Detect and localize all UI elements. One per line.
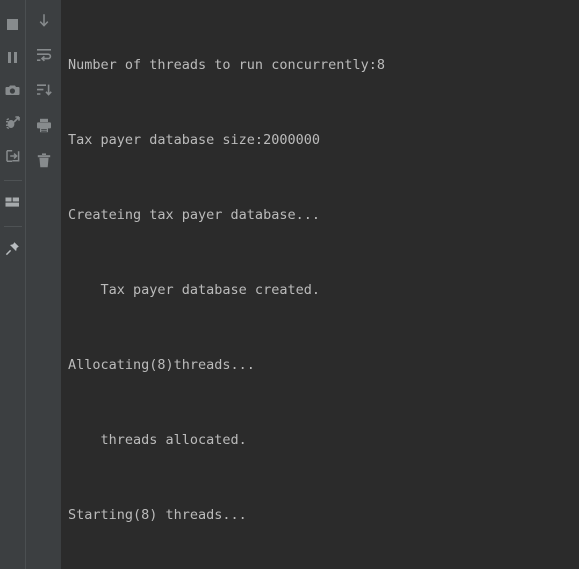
stop-icon <box>6 18 19 31</box>
camera-icon <box>5 84 20 97</box>
bug-arrow-icon <box>5 116 20 130</box>
pause-icon <box>6 51 19 64</box>
printer-icon <box>36 118 52 133</box>
screenshot-button[interactable] <box>1 78 25 102</box>
console-line: Tax payer database created. <box>68 282 320 298</box>
pin-button[interactable] <box>1 236 25 260</box>
run-toolbar-primary <box>0 0 26 569</box>
layout-icon <box>5 196 20 209</box>
console-line: Tax payer database size:2000000 <box>68 132 320 148</box>
login-arrow-icon <box>5 149 20 163</box>
scroll-to-end-button[interactable] <box>32 8 56 32</box>
run-toolbar-secondary <box>26 0 61 569</box>
run-console-window: Number of threads to run concurrently:8 … <box>0 0 579 569</box>
console-output-panel[interactable]: Number of threads to run concurrently:8 … <box>61 0 579 569</box>
console-text: Number of threads to run concurrently:8 … <box>68 3 579 569</box>
arrow-down-icon <box>37 13 51 28</box>
import-button[interactable] <box>1 144 25 168</box>
toolbar-divider-2 <box>3 226 22 227</box>
console-line: Starting(8) threads... <box>68 507 247 523</box>
console-line: Allocating(8)threads... <box>68 357 255 373</box>
layout-button[interactable] <box>1 190 25 214</box>
console-line: Createing tax payer database... <box>68 207 320 223</box>
print-button[interactable] <box>32 113 56 137</box>
toolbar-divider-1 <box>3 180 22 181</box>
sort-descending-icon <box>36 83 52 97</box>
console-line: threads allocated. <box>68 432 247 448</box>
clear-all-button[interactable] <box>32 148 56 172</box>
trash-icon <box>37 152 51 168</box>
pause-button[interactable] <box>1 45 25 69</box>
soft-wrap-icon <box>36 48 52 62</box>
sort-button[interactable] <box>32 78 56 102</box>
rerun-failed-button[interactable] <box>1 111 25 135</box>
console-line: Number of threads to run concurrently:8 <box>68 57 385 73</box>
pin-icon <box>5 241 20 256</box>
stop-button[interactable] <box>1 12 25 36</box>
soft-wrap-button[interactable] <box>32 43 56 67</box>
